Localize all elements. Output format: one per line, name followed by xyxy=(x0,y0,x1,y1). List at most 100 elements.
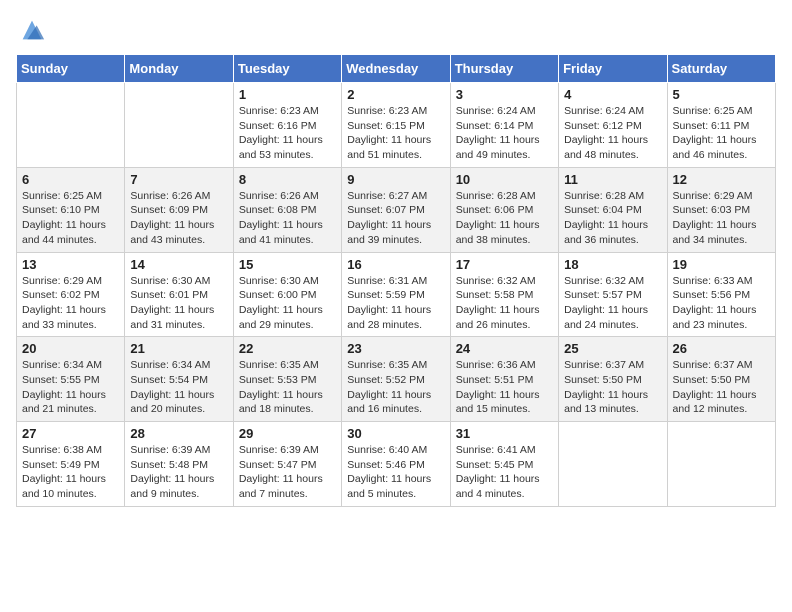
day-number: 10 xyxy=(456,172,553,187)
calendar-cell: 25 Sunrise: 6:37 AM Sunset: 5:50 PM Dayli… xyxy=(559,337,667,422)
day-number: 24 xyxy=(456,341,553,356)
day-info: Sunrise: 6:30 AM Sunset: 6:00 PM Dayligh… xyxy=(239,274,336,333)
day-info: Sunrise: 6:34 AM Sunset: 5:54 PM Dayligh… xyxy=(130,358,227,417)
column-header-monday: Monday xyxy=(125,55,233,83)
calendar-cell xyxy=(125,83,233,168)
column-header-saturday: Saturday xyxy=(667,55,775,83)
day-info: Sunrise: 6:39 AM Sunset: 5:48 PM Dayligh… xyxy=(130,443,227,502)
day-number: 13 xyxy=(22,257,119,272)
calendar-cell: 8 Sunrise: 6:26 AM Sunset: 6:08 PM Daylig… xyxy=(233,167,341,252)
calendar-cell: 16 Sunrise: 6:31 AM Sunset: 5:59 PM Dayli… xyxy=(342,252,450,337)
day-info: Sunrise: 6:31 AM Sunset: 5:59 PM Dayligh… xyxy=(347,274,444,333)
day-info: Sunrise: 6:32 AM Sunset: 5:58 PM Dayligh… xyxy=(456,274,553,333)
day-number: 29 xyxy=(239,426,336,441)
day-number: 26 xyxy=(673,341,770,356)
column-header-friday: Friday xyxy=(559,55,667,83)
day-number: 17 xyxy=(456,257,553,272)
day-info: Sunrise: 6:29 AM Sunset: 6:03 PM Dayligh… xyxy=(673,189,770,248)
day-info: Sunrise: 6:35 AM Sunset: 5:53 PM Dayligh… xyxy=(239,358,336,417)
day-info: Sunrise: 6:37 AM Sunset: 5:50 PM Dayligh… xyxy=(564,358,661,417)
calendar-week-row: 6 Sunrise: 6:25 AM Sunset: 6:10 PM Daylig… xyxy=(17,167,776,252)
day-info: Sunrise: 6:39 AM Sunset: 5:47 PM Dayligh… xyxy=(239,443,336,502)
calendar-cell: 5 Sunrise: 6:25 AM Sunset: 6:11 PM Daylig… xyxy=(667,83,775,168)
day-info: Sunrise: 6:40 AM Sunset: 5:46 PM Dayligh… xyxy=(347,443,444,502)
column-header-thursday: Thursday xyxy=(450,55,558,83)
calendar-cell: 20Sunrise: 6:34 AM Sunset: 5:55 PM Dayli… xyxy=(17,337,125,422)
calendar-cell: 31 Sunrise: 6:41 AM Sunset: 5:45 PM Dayli… xyxy=(450,422,558,507)
calendar-cell: 27 Sunrise: 6:38 AM Sunset: 5:49 PM Dayli… xyxy=(17,422,125,507)
day-number: 16 xyxy=(347,257,444,272)
calendar-cell: 13 Sunrise: 6:29 AM Sunset: 6:02 PM Dayli… xyxy=(17,252,125,337)
day-number: 12 xyxy=(673,172,770,187)
day-number: 2 xyxy=(347,87,444,102)
day-info: Sunrise: 6:23 AM Sunset: 6:16 PM Dayligh… xyxy=(239,104,336,163)
day-info: Sunrise: 6:26 AM Sunset: 6:09 PM Dayligh… xyxy=(130,189,227,248)
logo-icon xyxy=(18,16,46,44)
day-info: Sunrise: 6:38 AM Sunset: 5:49 PM Dayligh… xyxy=(22,443,119,502)
calendar-cell: 15Sunrise: 6:30 AM Sunset: 6:00 PM Dayli… xyxy=(233,252,341,337)
day-info: Sunrise: 6:24 AM Sunset: 6:14 PM Dayligh… xyxy=(456,104,553,163)
calendar-cell: 24 Sunrise: 6:36 AM Sunset: 5:51 PM Dayli… xyxy=(450,337,558,422)
day-info: Sunrise: 6:27 AM Sunset: 6:07 PM Dayligh… xyxy=(347,189,444,248)
day-info: Sunrise: 6:25 AM Sunset: 6:11 PM Dayligh… xyxy=(673,104,770,163)
day-number: 6 xyxy=(22,172,119,187)
day-number: 9 xyxy=(347,172,444,187)
calendar-week-row: 1Sunrise: 6:23 AM Sunset: 6:16 PM Daylig… xyxy=(17,83,776,168)
calendar-cell xyxy=(559,422,667,507)
day-info: Sunrise: 6:32 AM Sunset: 5:57 PM Dayligh… xyxy=(564,274,661,333)
day-number: 31 xyxy=(456,426,553,441)
calendar-cell: 29 Sunrise: 6:39 AM Sunset: 5:47 PM Dayli… xyxy=(233,422,341,507)
calendar-cell: 28 Sunrise: 6:39 AM Sunset: 5:48 PM Dayli… xyxy=(125,422,233,507)
calendar-cell: 2 Sunrise: 6:23 AM Sunset: 6:15 PM Daylig… xyxy=(342,83,450,168)
day-number: 22 xyxy=(239,341,336,356)
day-info: Sunrise: 6:33 AM Sunset: 5:56 PM Dayligh… xyxy=(673,274,770,333)
calendar-cell: 1Sunrise: 6:23 AM Sunset: 6:16 PM Daylig… xyxy=(233,83,341,168)
day-number: 25 xyxy=(564,341,661,356)
calendar-cell xyxy=(17,83,125,168)
column-header-wednesday: Wednesday xyxy=(342,55,450,83)
day-number: 21 xyxy=(130,341,227,356)
day-info: Sunrise: 6:29 AM Sunset: 6:02 PM Dayligh… xyxy=(22,274,119,333)
day-info: Sunrise: 6:35 AM Sunset: 5:52 PM Dayligh… xyxy=(347,358,444,417)
calendar-header-row: SundayMondayTuesdayWednesdayThursdayFrid… xyxy=(17,55,776,83)
day-info: Sunrise: 6:25 AM Sunset: 6:10 PM Dayligh… xyxy=(22,189,119,248)
calendar-table: SundayMondayTuesdayWednesdayThursdayFrid… xyxy=(16,54,776,507)
calendar-cell: 12 Sunrise: 6:29 AM Sunset: 6:03 PM Dayli… xyxy=(667,167,775,252)
calendar-week-row: 13 Sunrise: 6:29 AM Sunset: 6:02 PM Dayli… xyxy=(17,252,776,337)
column-header-sunday: Sunday xyxy=(17,55,125,83)
day-info: Sunrise: 6:30 AM Sunset: 6:01 PM Dayligh… xyxy=(130,274,227,333)
day-number: 8 xyxy=(239,172,336,187)
calendar-cell: 23 Sunrise: 6:35 AM Sunset: 5:52 PM Dayli… xyxy=(342,337,450,422)
day-number: 27 xyxy=(22,426,119,441)
calendar-cell xyxy=(667,422,775,507)
calendar-cell: 6 Sunrise: 6:25 AM Sunset: 6:10 PM Daylig… xyxy=(17,167,125,252)
logo xyxy=(16,16,46,44)
calendar-cell: 9 Sunrise: 6:27 AM Sunset: 6:07 PM Daylig… xyxy=(342,167,450,252)
calendar-cell: 14 Sunrise: 6:30 AM Sunset: 6:01 PM Dayli… xyxy=(125,252,233,337)
day-number: 23 xyxy=(347,341,444,356)
calendar-cell: 18Sunrise: 6:32 AM Sunset: 5:57 PM Dayli… xyxy=(559,252,667,337)
calendar-cell: 10 Sunrise: 6:28 AM Sunset: 6:06 PM Dayli… xyxy=(450,167,558,252)
day-number: 30 xyxy=(347,426,444,441)
day-info: Sunrise: 6:28 AM Sunset: 6:06 PM Dayligh… xyxy=(456,189,553,248)
calendar-cell: 30 Sunrise: 6:40 AM Sunset: 5:46 PM Dayli… xyxy=(342,422,450,507)
day-number: 19 xyxy=(673,257,770,272)
day-number: 28 xyxy=(130,426,227,441)
day-info: Sunrise: 6:23 AM Sunset: 6:15 PM Dayligh… xyxy=(347,104,444,163)
day-number: 4 xyxy=(564,87,661,102)
calendar-cell: 3Sunrise: 6:24 AM Sunset: 6:14 PM Daylig… xyxy=(450,83,558,168)
calendar-week-row: 20Sunrise: 6:34 AM Sunset: 5:55 PM Dayli… xyxy=(17,337,776,422)
day-info: Sunrise: 6:41 AM Sunset: 5:45 PM Dayligh… xyxy=(456,443,553,502)
day-info: Sunrise: 6:34 AM Sunset: 5:55 PM Dayligh… xyxy=(22,358,119,417)
day-info: Sunrise: 6:26 AM Sunset: 6:08 PM Dayligh… xyxy=(239,189,336,248)
day-info: Sunrise: 6:36 AM Sunset: 5:51 PM Dayligh… xyxy=(456,358,553,417)
day-info: Sunrise: 6:37 AM Sunset: 5:50 PM Dayligh… xyxy=(673,358,770,417)
day-number: 5 xyxy=(673,87,770,102)
day-info: Sunrise: 6:28 AM Sunset: 6:04 PM Dayligh… xyxy=(564,189,661,248)
calendar-cell: 19 Sunrise: 6:33 AM Sunset: 5:56 PM Dayli… xyxy=(667,252,775,337)
calendar-cell: 11Sunrise: 6:28 AM Sunset: 6:04 PM Dayli… xyxy=(559,167,667,252)
calendar-cell: 7Sunrise: 6:26 AM Sunset: 6:09 PM Daylig… xyxy=(125,167,233,252)
day-info: Sunrise: 6:24 AM Sunset: 6:12 PM Dayligh… xyxy=(564,104,661,163)
calendar-cell: 21 Sunrise: 6:34 AM Sunset: 5:54 PM Dayli… xyxy=(125,337,233,422)
day-number: 14 xyxy=(130,257,227,272)
